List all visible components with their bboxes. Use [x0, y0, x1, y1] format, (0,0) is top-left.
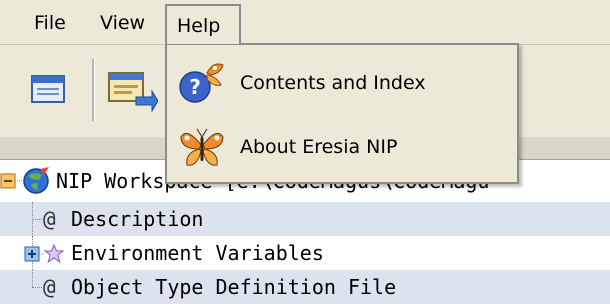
- tree-row-object-type-definition[interactable]: @ Object Type Definition File: [0, 270, 610, 304]
- svg-text:?: ?: [189, 75, 201, 99]
- help-contents-icon: ?: [179, 63, 224, 103]
- application-window: File View Help NIP Workspace @ Descripti…: [0, 0, 610, 304]
- tree-row-label: Description: [71, 207, 204, 231]
- menu-item-contents-and-index[interactable]: ? Contents and Index: [167, 53, 517, 113]
- menu-file[interactable]: File: [24, 6, 76, 40]
- collapse-icon[interactable]: [0, 172, 22, 190]
- menu-item-about[interactable]: About Eresia NIP: [167, 117, 517, 177]
- tree-row-description[interactable]: @ Description: [0, 202, 610, 236]
- tree-guide: [32, 270, 33, 287]
- menu-view[interactable]: View: [90, 6, 155, 40]
- tree-row-label: Environment Variables: [71, 241, 324, 265]
- import-icon: [108, 72, 159, 113]
- menu-help[interactable]: Help: [165, 4, 241, 44]
- expand-icon[interactable]: [24, 244, 64, 264]
- window-button[interactable]: [30, 73, 66, 109]
- tree-guide: [32, 287, 42, 288]
- menu-item-label: Contents and Index: [240, 72, 426, 94]
- workspace-globe-icon: [23, 167, 49, 194]
- tree-guide: [32, 219, 42, 220]
- menu-item-label: About Eresia NIP: [240, 136, 398, 158]
- at-icon: @: [43, 207, 56, 231]
- tree-row-label: Object Type Definition File: [71, 275, 397, 299]
- help-dropdown-menu: ? Contents and Index About Eresia NIP: [165, 43, 519, 184]
- about-butterfly-icon: [180, 128, 224, 166]
- window-icon: [31, 75, 65, 103]
- import-button[interactable]: [106, 69, 159, 121]
- at-icon: @: [43, 275, 56, 299]
- menubar: File View Help: [0, 0, 610, 45]
- toolbar-separator: [92, 59, 95, 121]
- tree-row-environment-variables[interactable]: Environment Variables: [0, 236, 610, 270]
